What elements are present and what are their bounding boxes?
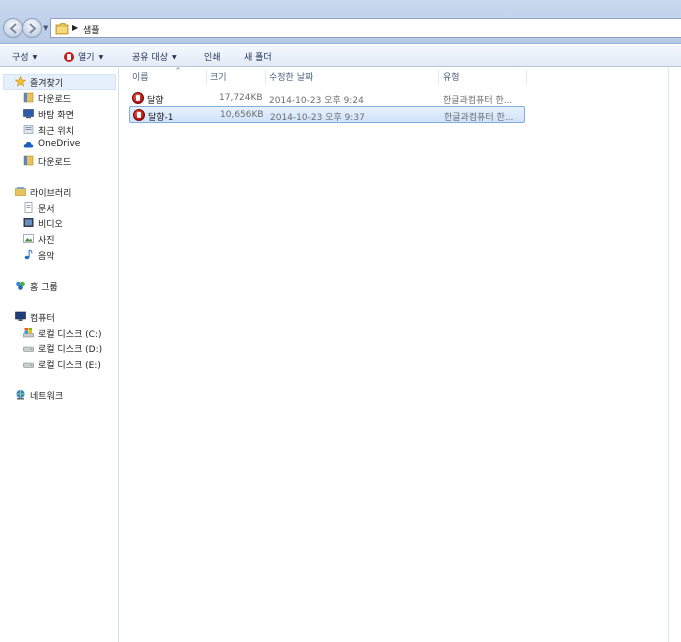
file-name: 달향 bbox=[147, 96, 164, 106]
breadcrumb-item[interactable]: 샘플 bbox=[83, 23, 100, 36]
command-bar: 구성 ▼ 열기 ▼ 공유 대상 ▼ 인쇄 새 폴더 bbox=[0, 45, 681, 67]
file-row-selected[interactable]: 달향-1 10,656KB 2014-10-23 오후 9:37 한글과컴퓨터 … bbox=[129, 106, 525, 123]
network-icon bbox=[16, 390, 25, 400]
hard-drive-icon bbox=[23, 346, 34, 352]
nav-disk-d-label: 로컬 디스크 (D:) bbox=[38, 345, 103, 355]
computer-icon bbox=[15, 311, 26, 321]
column-header-type[interactable]: 유형 bbox=[443, 70, 460, 85]
open-button[interactable]: 열기 ▼ bbox=[64, 50, 103, 63]
nav-videos-label: 비디오 bbox=[38, 220, 63, 230]
sort-ascending-icon: ^ bbox=[175, 67, 181, 75]
downloads-folder-icon bbox=[23, 92, 34, 103]
share-with-button[interactable]: 공유 대상 ▼ bbox=[132, 50, 177, 63]
pictures-icon bbox=[23, 234, 34, 243]
nav-onedrive-label: OneDrive bbox=[38, 139, 81, 149]
hard-drive-icon bbox=[23, 362, 34, 368]
column-divider[interactable] bbox=[526, 70, 527, 84]
new-folder-button[interactable]: 새 폴더 bbox=[244, 50, 272, 63]
column-divider[interactable] bbox=[438, 70, 439, 84]
desktop-icon bbox=[23, 109, 34, 119]
nav-downloads-label: 다운로드 bbox=[38, 95, 72, 105]
hwp-document-icon bbox=[132, 92, 144, 104]
recent-places-icon bbox=[23, 125, 34, 134]
forward-arrow-icon bbox=[29, 23, 37, 34]
organize-button[interactable]: 구성 ▼ bbox=[12, 50, 37, 63]
organize-label: 구성 bbox=[12, 53, 29, 63]
nav-downloads-2-label: 다운로드 bbox=[38, 158, 72, 168]
nav-computer-label: 컴퓨터 bbox=[30, 314, 55, 324]
file-row[interactable]: 달향 17,724KB 2014-10-23 오후 9:24 한글과컴퓨터 한.… bbox=[129, 90, 525, 107]
hwp-document-icon bbox=[133, 109, 145, 121]
nav-pictures-label: 사진 bbox=[38, 236, 55, 246]
nav-documents-label: 문서 bbox=[38, 205, 55, 215]
column-header-modified[interactable]: 수정한 날짜 bbox=[269, 70, 313, 85]
libraries-icon bbox=[15, 187, 26, 196]
star-icon bbox=[15, 76, 26, 87]
preview-pane-edge bbox=[668, 68, 681, 642]
nav-homegroup-label: 홈 그룹 bbox=[30, 283, 58, 293]
chevron-down-icon: ▼ bbox=[98, 54, 104, 61]
homegroup-icon bbox=[16, 281, 25, 290]
share-with-label: 공유 대상 bbox=[132, 53, 168, 63]
file-name: 달향-1 bbox=[148, 113, 174, 123]
forward-button[interactable] bbox=[22, 18, 42, 38]
video-icon bbox=[23, 218, 34, 227]
address-bar[interactable]: ▶ 샘플 bbox=[50, 18, 681, 38]
nav-desktop-label: 바탕 화면 bbox=[38, 111, 74, 121]
documents-icon bbox=[24, 202, 33, 213]
back-arrow-icon bbox=[9, 23, 17, 34]
nav-favorites-label: 즐겨찾기 bbox=[30, 79, 64, 89]
nav-disk-e-label: 로컬 디스크 (E:) bbox=[38, 361, 101, 371]
address-strip: ▼ ▶ 샘플 bbox=[0, 0, 681, 44]
navigation-pane: 즐겨찾기 다운로드 바탕 화면 최근 위치 OneDrive 다운로드 라이브러… bbox=[0, 68, 119, 642]
file-size: 17,724KB bbox=[219, 93, 263, 103]
recent-pages-dropdown-icon[interactable]: ▼ bbox=[43, 24, 48, 32]
nav-recent-label: 최근 위치 bbox=[38, 127, 74, 137]
folder-icon bbox=[55, 23, 69, 35]
breadcrumb-chevron-icon[interactable]: ▶ bbox=[72, 23, 78, 32]
system-drive-icon bbox=[23, 328, 34, 338]
file-type: 한글과컴퓨터 한... bbox=[443, 96, 513, 106]
hwp-app-icon bbox=[64, 52, 74, 62]
nav-disk-c-label: 로컬 디스크 (C:) bbox=[38, 330, 102, 340]
file-type: 한글과컴퓨터 한... bbox=[444, 113, 514, 123]
file-modified: 2014-10-23 오후 9:24 bbox=[269, 96, 364, 106]
column-name-label: 이름 bbox=[132, 73, 149, 83]
nav-music-label: 음악 bbox=[38, 252, 55, 262]
file-size: 10,656KB bbox=[220, 110, 264, 120]
nav-network-label: 네트워크 bbox=[30, 392, 64, 402]
cloud-icon bbox=[23, 141, 34, 148]
open-label: 열기 bbox=[78, 53, 95, 63]
column-header-name[interactable]: 이름 ^ bbox=[132, 67, 181, 85]
downloads-folder-icon bbox=[23, 155, 34, 166]
chevron-down-icon: ▼ bbox=[32, 54, 38, 61]
back-button[interactable] bbox=[3, 18, 23, 38]
music-note-icon bbox=[24, 249, 33, 260]
column-header-size[interactable]: 크기 bbox=[210, 70, 227, 85]
file-modified: 2014-10-23 오후 9:37 bbox=[270, 113, 365, 123]
column-divider[interactable] bbox=[265, 70, 266, 84]
chevron-down-icon: ▼ bbox=[171, 54, 177, 61]
column-divider[interactable] bbox=[206, 70, 207, 84]
print-button[interactable]: 인쇄 bbox=[204, 50, 221, 63]
nav-libraries-label: 라이브러리 bbox=[30, 189, 72, 199]
file-list-pane: 이름 ^ 크기 수정한 날짜 유형 달향 17,724KB 2014-10-23… bbox=[120, 67, 668, 642]
